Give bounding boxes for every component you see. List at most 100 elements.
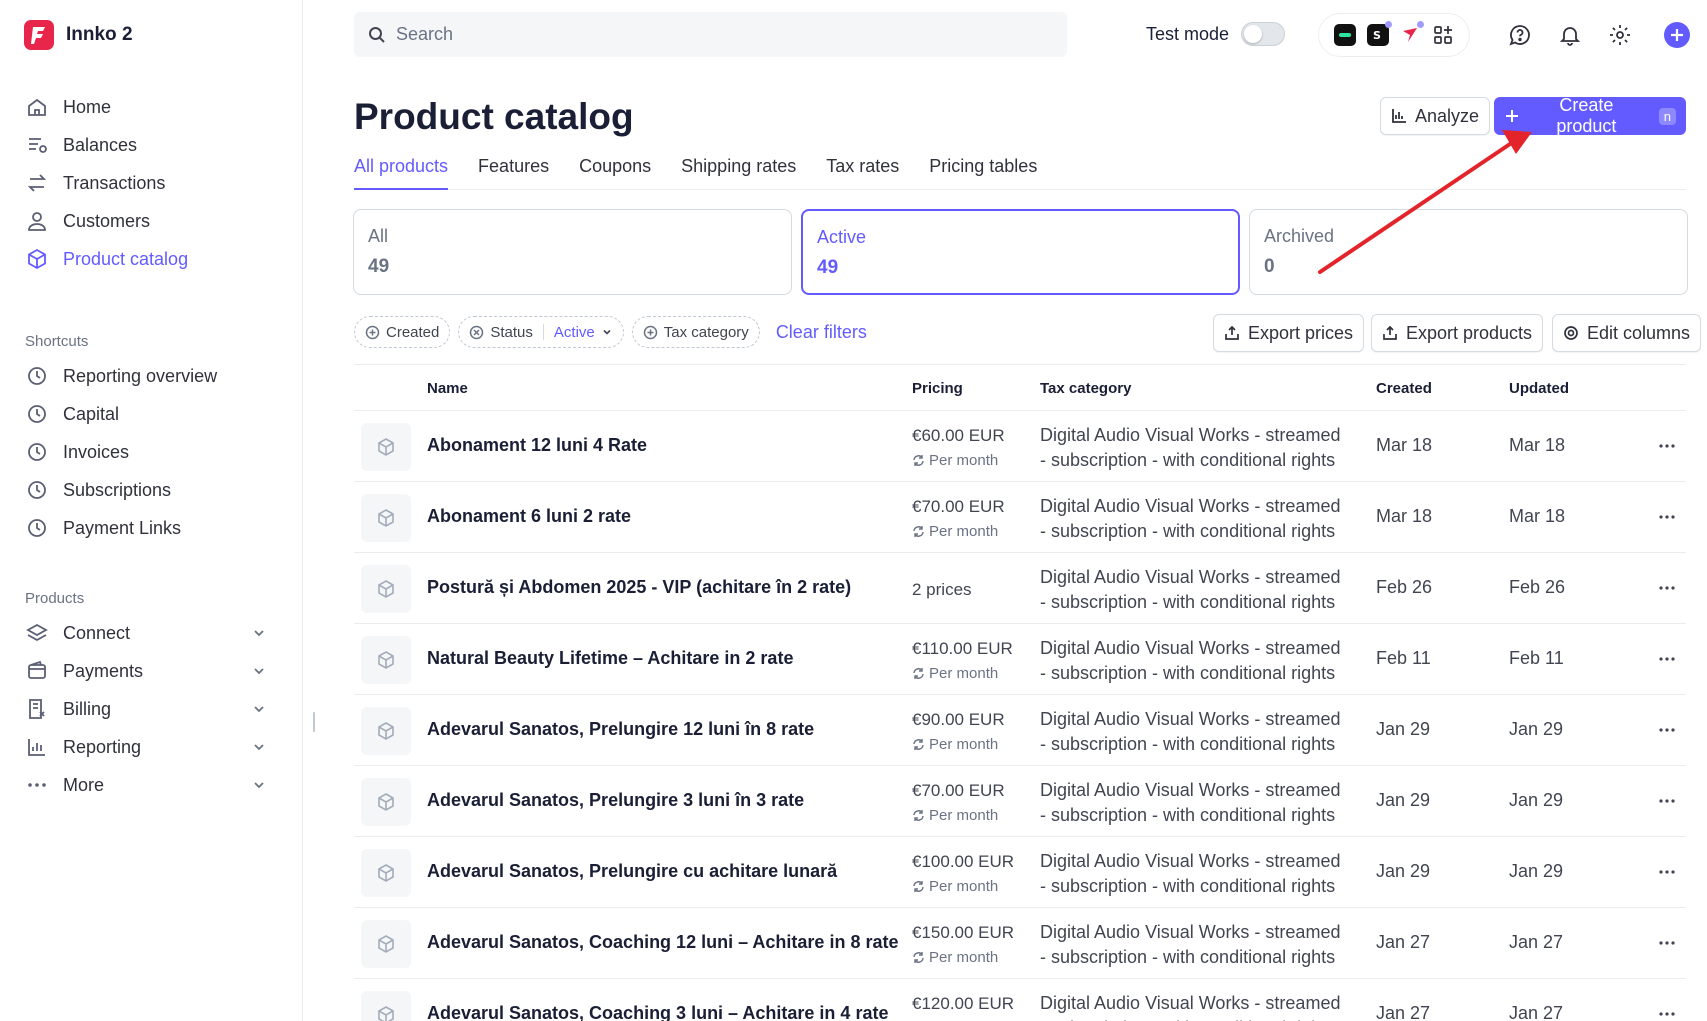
shortcut-subscriptions[interactable]: Subscriptions	[26, 471, 286, 509]
nav-item-more[interactable]: More	[26, 766, 286, 804]
remove-circle-icon[interactable]	[469, 325, 484, 340]
tab-pricing-tables[interactable]: Pricing tables	[929, 156, 1037, 190]
shortcut-capital[interactable]: Capital	[26, 395, 286, 433]
column-header-name[interactable]: Name	[427, 380, 468, 397]
product-pricing: €60.00 EUR Per month	[912, 423, 1005, 473]
tab-shipping-rates[interactable]: Shipping rates	[681, 156, 796, 190]
table-row[interactable]: Adevarul Sanatos, Prelungire 3 luni în 3…	[354, 766, 1686, 837]
search-bar[interactable]	[354, 12, 1067, 57]
column-header-tax-category[interactable]: Tax category	[1040, 380, 1131, 397]
table-row[interactable]: Abonament 6 luni 2 rate €70.00 EUR Per m…	[354, 482, 1686, 553]
analyze-button[interactable]: Analyze	[1380, 97, 1491, 135]
nav-item-payments[interactable]: Payments	[26, 652, 286, 690]
ellipsis-icon	[1659, 799, 1675, 803]
row-actions-button[interactable]	[1654, 575, 1680, 601]
product-name[interactable]: Adevarul Sanatos, Coaching 3 luni – Achi…	[427, 1003, 888, 1021]
product-name[interactable]: Adevarul Sanatos, Coaching 12 luni – Ach…	[427, 932, 898, 953]
table-row[interactable]: Adevarul Sanatos, Prelungire cu achitare…	[354, 837, 1686, 908]
table-row[interactable]: Natural Beauty Lifetime – Achitare in 2 …	[354, 624, 1686, 695]
product-name[interactable]: Adevarul Sanatos, Prelungire cu achitare…	[427, 861, 837, 882]
filter-tax-category[interactable]: Tax category	[631, 316, 760, 348]
filter-label: Status	[490, 323, 533, 341]
bell-icon[interactable]	[1558, 23, 1582, 47]
test-mode-toggle[interactable]	[1241, 22, 1286, 46]
app-icon[interactable]	[1334, 24, 1357, 46]
nav-item-connect[interactable]: Connect	[26, 614, 286, 652]
edit-columns-button[interactable]: Edit columns	[1552, 314, 1702, 352]
nav-item-balances[interactable]: Balances	[26, 126, 286, 164]
nav-item-billing[interactable]: Billing	[26, 690, 286, 728]
nav-item-home[interactable]: Home	[26, 88, 286, 126]
column-header-updated[interactable]: Updated	[1509, 380, 1569, 397]
row-actions-button[interactable]	[1654, 646, 1680, 672]
tab-all-products[interactable]: All products	[354, 156, 449, 190]
nav-item-product-catalog[interactable]: Product catalog	[26, 240, 286, 278]
product-name[interactable]: Postură și Abdomen 2025 - VIP (achitare …	[427, 577, 851, 598]
row-actions-button[interactable]	[1654, 859, 1680, 885]
row-actions-button[interactable]	[1654, 788, 1680, 814]
help-icon[interactable]	[1508, 23, 1532, 47]
chevron-down-icon	[252, 740, 266, 754]
account-switcher[interactable]: Innko 2	[24, 20, 133, 50]
sidebar-resize-handle[interactable]	[313, 712, 315, 732]
price-period: Per month	[912, 661, 1013, 686]
cube-icon	[378, 935, 394, 953]
create-new-icon[interactable]	[1664, 22, 1690, 48]
product-name[interactable]: Abonament 6 luni 2 rate	[427, 506, 631, 527]
table-row[interactable]: Postură și Abdomen 2025 - VIP (achitare …	[354, 553, 1686, 624]
nav-item-reporting[interactable]: Reporting	[26, 728, 286, 766]
table-row[interactable]: Adevarul Sanatos, Coaching 12 luni – Ach…	[354, 908, 1686, 979]
tab-tax-rates[interactable]: Tax rates	[826, 156, 899, 190]
product-name[interactable]: Adevarul Sanatos, Prelungire 3 luni în 3…	[427, 790, 804, 811]
app-icon[interactable]	[1399, 21, 1425, 46]
row-actions-button[interactable]	[1654, 930, 1680, 956]
column-header-pricing[interactable]: Pricing	[912, 380, 963, 397]
row-actions-button[interactable]	[1654, 1001, 1680, 1021]
tax-category-line: Digital Audio Visual Works - streamed	[1040, 638, 1341, 658]
brand-logo-icon	[24, 20, 54, 50]
table-row[interactable]: Adevarul Sanatos, Coaching 3 luni – Achi…	[354, 979, 1686, 1021]
status-card-archived[interactable]: Archived 0	[1249, 209, 1688, 295]
search-input[interactable]	[396, 24, 996, 45]
app-icon[interactable]: S	[1366, 21, 1392, 46]
export-prices-button[interactable]: Export prices	[1213, 314, 1365, 352]
status-card-active[interactable]: Active 49	[801, 209, 1240, 295]
nav-item-customers[interactable]: Customers	[26, 202, 286, 240]
app-marketplace-icon[interactable]	[1432, 24, 1454, 46]
clear-filters-link[interactable]: Clear filters	[776, 322, 867, 343]
test-mode-control: Test mode	[1146, 22, 1286, 46]
column-header-created[interactable]: Created	[1376, 380, 1432, 397]
nav-label: Home	[63, 96, 112, 117]
price-period-label: Per month	[929, 452, 999, 469]
cube-icon	[378, 509, 394, 527]
tab-coupons[interactable]: Coupons	[579, 156, 651, 190]
shortcut-payment-links[interactable]: Payment Links	[26, 509, 286, 547]
gear-icon[interactable]	[1608, 23, 1632, 47]
row-actions-button[interactable]	[1654, 504, 1680, 530]
product-name[interactable]: Adevarul Sanatos, Prelungire 12 luni în …	[427, 719, 814, 740]
layers-icon	[26, 622, 48, 644]
filter-status[interactable]: Status Active	[458, 316, 624, 348]
nav-item-transactions[interactable]: Transactions	[26, 164, 286, 202]
table-row[interactable]: Abonament 12 luni 4 Rate €60.00 EUR Per …	[354, 411, 1686, 482]
row-actions-button[interactable]	[1654, 433, 1680, 459]
nav-label: Customers	[63, 210, 151, 231]
product-name[interactable]: Natural Beauty Lifetime – Achitare in 2 …	[427, 648, 793, 669]
tax-category-line: - subscription - with conditional rights	[1040, 521, 1336, 541]
status-card-all[interactable]: All 49	[353, 209, 792, 295]
export-products-button[interactable]: Export products	[1371, 314, 1544, 352]
product-name[interactable]: Abonament 12 luni 4 Rate	[427, 435, 647, 456]
recurring-icon	[913, 952, 924, 963]
product-pricing: 2 prices	[912, 577, 972, 602]
tab-features[interactable]: Features	[478, 156, 549, 190]
price-amount: €90.00 EUR	[912, 710, 1005, 729]
shortcut-invoices[interactable]: Invoices	[26, 433, 286, 471]
create-product-button[interactable]: Create product n	[1494, 95, 1686, 136]
nav-label: Subscriptions	[63, 479, 172, 500]
table-row[interactable]: Adevarul Sanatos, Prelungire 12 luni în …	[354, 695, 1686, 766]
filter-created[interactable]: Created	[354, 316, 451, 348]
row-actions-button[interactable]	[1654, 717, 1680, 743]
created-date: Jan 29	[1376, 861, 1431, 881]
shortcut-reporting-overview[interactable]: Reporting overview	[26, 357, 286, 395]
ellipsis-icon	[1659, 515, 1675, 519]
